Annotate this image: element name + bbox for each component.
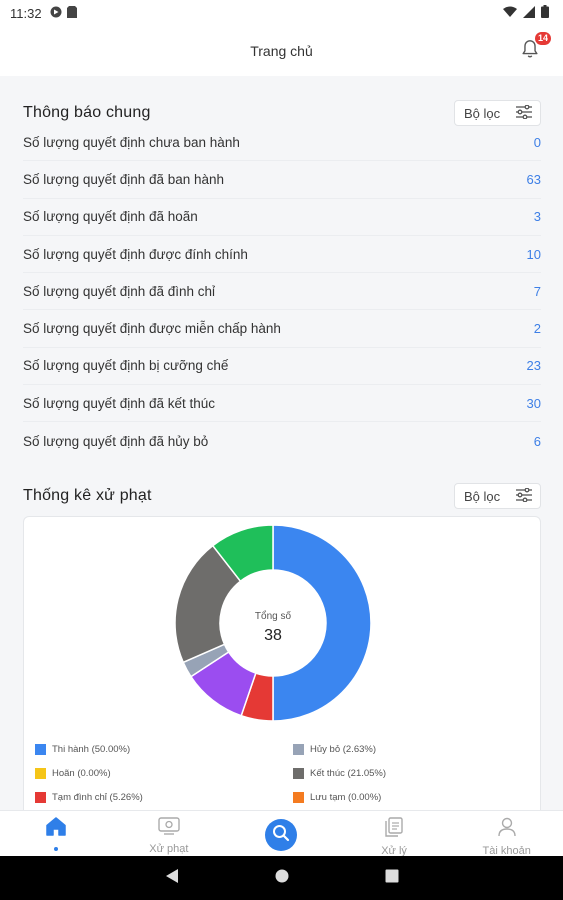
search-button[interactable] <box>265 819 298 851</box>
page-title: Trang chủ <box>250 43 313 59</box>
penalty-stats-filter-button[interactable]: Bộ lọc <box>454 483 541 509</box>
penalty-stats-header: Thống kê xử phạt Bộ lọc <box>23 483 541 509</box>
stat-label: Số lượng quyết định đã hủy bỏ <box>23 433 209 449</box>
general-notice-filter-button[interactable]: Bộ lọc <box>454 100 541 126</box>
media-icon <box>50 6 62 21</box>
stat-row-cancelled[interactable]: Số lượng quyết định đã hủy bỏ 6 <box>23 422 541 459</box>
stat-label: Số lượng quyết định được đính chính <box>23 246 248 262</box>
legend-label: Thi hành (50.00%) <box>52 744 131 755</box>
stat-row-issued[interactable]: Số lượng quyết định đã ban hành 63 <box>23 161 541 199</box>
sliders-icon <box>516 104 532 122</box>
stat-value: 0 <box>533 134 541 150</box>
nav-account[interactable]: Tài khoản <box>450 811 563 857</box>
system-nav-bar <box>0 856 563 900</box>
stat-row-exempted[interactable]: Số lượng quyết định được miễn chấp hành … <box>23 310 541 348</box>
stat-label: Số lượng quyết định bị cưỡng chế <box>23 358 229 374</box>
bell-icon <box>519 40 541 64</box>
legend-label: Hoãn (0.00%) <box>52 768 111 779</box>
legend-item[interactable]: Hoãn (0.00%) <box>35 767 293 780</box>
penalty-icon <box>158 817 180 840</box>
stat-label: Số lượng quyết định đã kết thúc <box>23 395 216 411</box>
legend-item[interactable]: Thi hành (50.00%) <box>35 743 293 756</box>
donut-total-value: 38 <box>264 627 282 644</box>
legend-item[interactable]: Kết thúc (21.05%) <box>293 767 530 780</box>
status-bar: 11:32 <box>0 0 563 26</box>
app-header: Trang chủ 14 <box>0 26 563 76</box>
stat-value: 3 <box>533 209 541 225</box>
stat-row-finished[interactable]: Số lượng quyết định đã kết thúc 30 <box>23 385 541 423</box>
stat-label: Số lượng quyết định chưa ban hành <box>23 134 240 150</box>
stat-row-unissued[interactable]: Số lượng quyết định chưa ban hành 0 <box>23 124 541 162</box>
stat-value: 6 <box>533 433 541 449</box>
legend-swatch <box>293 768 304 779</box>
nav-label: Xử phạt <box>149 843 189 855</box>
notification-badge: 14 <box>534 32 551 45</box>
penalty-chart-card: Tổng số 38 Thi hành (50.00%) Hủy bỏ (2.63… <box>23 516 541 810</box>
legend-label: Hủy bỏ (2.63%) <box>310 744 377 755</box>
recents-icon[interactable] <box>385 869 399 888</box>
main-content[interactable]: Thông báo chung Bộ lọc Số lượng quyết đị… <box>0 76 563 810</box>
stat-value: 23 <box>526 358 541 374</box>
account-icon <box>497 817 516 842</box>
penalty-stats-title: Thống kê xử phạt <box>23 487 152 504</box>
bottom-nav: Xử phạt Xử lý Tài khoản <box>0 810 563 857</box>
stat-label: Số lượng quyết định đã đình chỉ <box>23 283 216 299</box>
legend-item[interactable]: Lưu tạm (0.00%) <box>293 791 530 804</box>
stat-label: Số lượng quyết định đã hoãn <box>23 209 198 225</box>
legend-label: Tạm đình chỉ (5.26%) <box>52 792 143 803</box>
legend-swatch <box>35 768 46 779</box>
sim-icon <box>66 5 77 21</box>
stat-value: 63 <box>526 171 541 187</box>
stat-value: 7 <box>533 283 541 299</box>
stat-row-enforced[interactable]: Số lượng quyết định bị cưỡng chế 23 <box>23 348 541 386</box>
general-notice-title: Thông báo chung <box>23 104 151 121</box>
stat-label: Số lượng quyết định được miễn chấp hành <box>23 321 281 337</box>
documents-icon <box>385 817 403 842</box>
donut-svg <box>174 524 372 722</box>
legend-swatch <box>293 792 304 803</box>
stat-value: 10 <box>526 246 541 262</box>
nav-penalty[interactable]: Xử phạt <box>113 811 226 856</box>
nav-home[interactable] <box>0 811 113 856</box>
battery-icon <box>541 5 549 21</box>
home-icon <box>46 817 67 841</box>
notification-button[interactable]: 14 <box>519 32 551 64</box>
general-notice-list: Số lượng quyết định chưa ban hành 0 Số l… <box>23 124 541 460</box>
home-circle-icon[interactable] <box>275 869 289 888</box>
legend-item[interactable]: Hủy bỏ (2.63%) <box>293 743 530 756</box>
wifi-icon <box>503 6 517 21</box>
legend-label: Kết thúc (21.05%) <box>310 768 387 779</box>
nav-search[interactable] <box>225 811 338 856</box>
stat-row-suspended[interactable]: Số lượng quyết định đã đình chỉ 7 <box>23 273 541 311</box>
back-icon[interactable] <box>165 868 179 889</box>
stat-row-postponed[interactable]: Số lượng quyết định đã hoãn 3 <box>23 199 541 236</box>
legend-item[interactable]: Tạm đình chỉ (5.26%) <box>35 791 293 804</box>
filter-label: Bộ lọc <box>464 488 501 504</box>
sliders-icon <box>516 487 532 505</box>
donut-total-label: Tổng số <box>254 611 292 622</box>
donut-slice-0[interactable] <box>272 524 372 722</box>
donut-chart: Tổng số 38 <box>173 523 373 723</box>
nav-active-indicator <box>54 847 59 851</box>
legend-swatch <box>35 744 46 755</box>
legend-label: Lưu tạm (0.00%) <box>310 792 382 803</box>
search-icon <box>272 824 290 847</box>
stat-row-corrected[interactable]: Số lượng quyết định được đính chính 10 <box>23 236 541 274</box>
chart-legend: Thi hành (50.00%) Hủy bỏ (2.63%) Hoãn (0.0… <box>35 743 530 804</box>
stat-value: 30 <box>526 395 541 411</box>
filter-label: Bộ lọc <box>464 105 501 121</box>
nav-processing[interactable]: Xử lý <box>338 811 451 857</box>
stat-label: Số lượng quyết định đã ban hành <box>23 171 225 187</box>
legend-swatch <box>293 744 304 755</box>
signal-icon <box>523 5 535 21</box>
general-notice-header: Thông báo chung Bộ lọc <box>23 100 541 126</box>
status-time: 11:32 <box>10 5 42 21</box>
stat-value: 2 <box>533 321 541 337</box>
legend-swatch <box>35 792 46 803</box>
